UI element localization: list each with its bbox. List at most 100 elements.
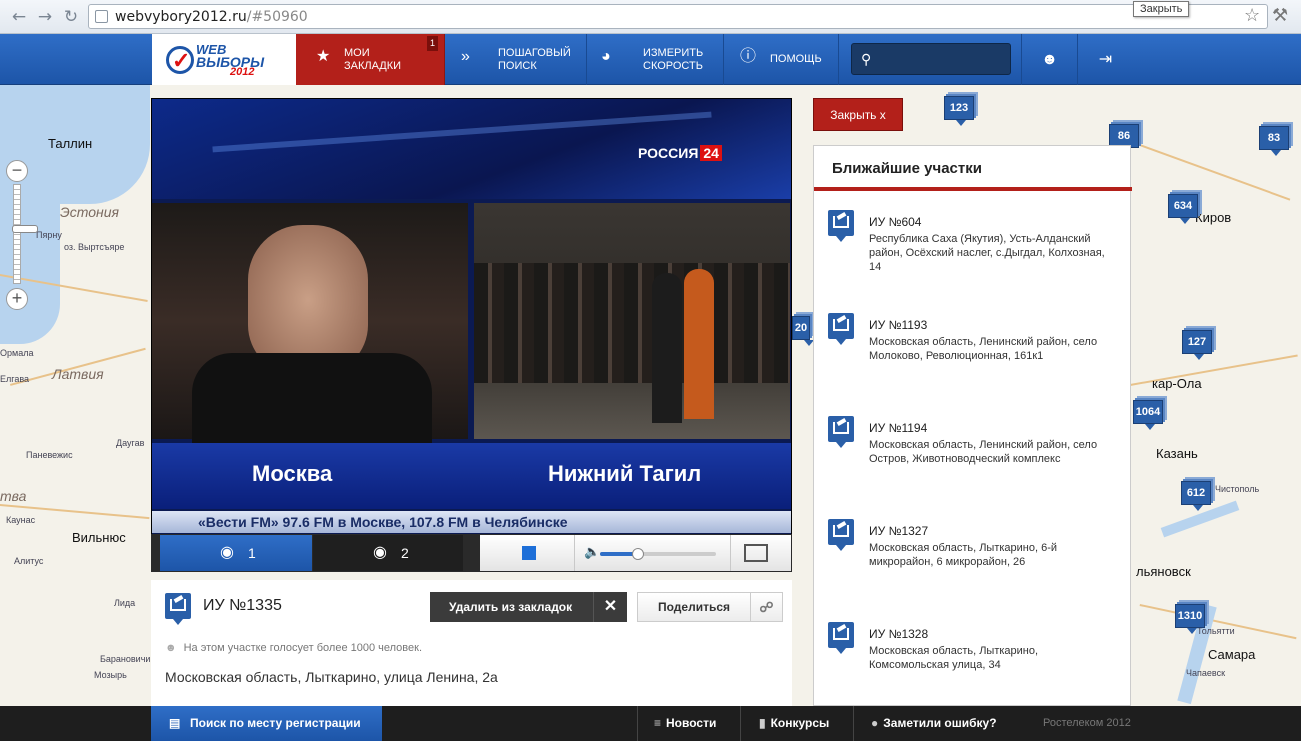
fullscreen-icon[interactable]: [744, 544, 768, 562]
voters-text: На этом участке голосует более 1000 чело…: [183, 642, 423, 654]
station-list-item[interactable]: ИУ №1328 Московская область, Лыткарино, …: [828, 622, 1128, 712]
forward-icon[interactable]: →: [34, 6, 56, 28]
volume-slider[interactable]: [600, 548, 716, 560]
volume-icon[interactable]: 🔈: [584, 544, 600, 560]
map-label: Мозырь: [94, 670, 127, 680]
volume-thumb[interactable]: [632, 548, 645, 560]
bookmarks-count-badge: 1: [426, 36, 438, 51]
video-controls: ◉ 1 ◉ 2 🔈: [151, 534, 792, 572]
list-icon: ≡: [654, 716, 662, 730]
site-logo[interactable]: ✓ WEB ВЫБОРЫ 2012: [152, 34, 296, 85]
stop-button[interactable]: [522, 546, 536, 560]
site-footer: ▤ Поиск по месту регистрации ≡ Новости ▮ К…: [0, 706, 1301, 741]
channel-name: РОССИЯ: [638, 145, 699, 161]
nav-step-search[interactable]: » ПОШАГОВЫЙ ПОИСК: [445, 34, 587, 85]
nav-my-bookmarks[interactable]: ★ МОИ ЗАКЛАДКИ 1: [296, 34, 445, 85]
caption-right: Нижний Тагил: [548, 461, 702, 486]
remove-bookmark-button[interactable]: Удалить из закладок ✕: [430, 592, 627, 622]
station-number[interactable]: ИУ №1327: [869, 524, 928, 538]
station-list-item[interactable]: ИУ №604 Республика Саха (Якутия), Усть-А…: [828, 210, 1128, 300]
url-host: webvybory2012.ru: [115, 9, 247, 25]
station-number[interactable]: ИУ №604: [869, 215, 921, 229]
nav-measure-speed[interactable]: ◕ ИЗМЕРИТЬ СКОРОСТЬ: [587, 34, 724, 85]
station-list-item[interactable]: ИУ №1194 Московская область, Ленинский р…: [828, 416, 1128, 506]
station-cluster-marker[interactable]: 612: [1181, 481, 1211, 511]
map-label: Паневежис: [26, 450, 73, 460]
news-link[interactable]: ≡ Новости: [637, 706, 740, 741]
divider: [730, 535, 731, 571]
link-label: Новости: [666, 716, 717, 730]
ballot-box-icon: [828, 313, 854, 345]
camera-label: 2: [401, 545, 409, 561]
share-button[interactable]: Поделиться ☍: [637, 592, 783, 622]
station-address: Московская область, Ленинский район, сел…: [869, 439, 1098, 465]
map-label: Латвия: [52, 366, 104, 382]
map-label: Каунас: [6, 515, 36, 525]
zoom-in-button[interactable]: +: [6, 288, 28, 310]
button-label: Удалить из закладок: [449, 600, 573, 614]
station-cluster-marker[interactable]: 127: [1182, 330, 1212, 360]
station-address: Московская область, Лыткарино, улица Лен…: [165, 669, 498, 685]
map-label: Чистополь: [1215, 484, 1260, 494]
wrench-icon[interactable]: ⚒: [1272, 5, 1288, 26]
close-nearest-button[interactable]: Закрыть x: [813, 98, 903, 131]
ballot-box-icon: [828, 622, 854, 654]
map-label: тва: [0, 488, 27, 504]
logout-icon[interactable]: ⇥: [1077, 34, 1133, 85]
map-label: Пярну: [36, 230, 62, 240]
link-label: Заметили ошибку?: [883, 716, 997, 730]
register-search-button[interactable]: ▤ Поиск по месту регистрации: [151, 706, 382, 741]
station-cluster-marker[interactable]: 83: [1259, 126, 1289, 156]
station-cluster-marker[interactable]: 634: [1168, 194, 1198, 224]
map-label: Казань: [1156, 446, 1198, 461]
map-label: Эстония: [60, 204, 119, 220]
station-number[interactable]: ИУ №1193: [869, 318, 927, 332]
camera-2-button[interactable]: ◉ 2: [313, 535, 463, 571]
station-number[interactable]: ИУ №1194: [869, 421, 927, 435]
channel-logo: РОССИЯ 24: [638, 145, 722, 161]
nav-label: ИЗМЕРИТЬ СКОРОСТЬ: [643, 47, 704, 72]
station-cluster-marker[interactable]: 123: [944, 96, 974, 126]
camera-1-button[interactable]: ◉ 1: [160, 535, 312, 571]
station-number[interactable]: ИУ №1328: [869, 627, 928, 641]
station-cluster-marker[interactable]: 1310: [1175, 604, 1205, 634]
back-icon[interactable]: ←: [8, 6, 30, 28]
ballot-box-icon: [828, 519, 854, 551]
zoom-slider[interactable]: [12, 184, 38, 284]
map-label: Ормала: [0, 348, 34, 358]
nav-label: ПОМОЩЬ: [770, 53, 822, 65]
report-error-link[interactable]: ● Заметили ошибку?: [853, 706, 1021, 741]
zoom-out-button[interactable]: −: [6, 160, 28, 182]
step-arrows-icon: »: [461, 48, 470, 65]
document-icon: ▤: [169, 716, 181, 730]
video-player[interactable]: РОССИЯ 24 Москва Нижний Тагил «Вести FM» …: [151, 98, 792, 572]
reload-icon[interactable]: ↻: [60, 6, 82, 28]
station-address: Московская область, Лыткарино, Комсомоль…: [869, 645, 1039, 671]
map-label: Киров: [1195, 210, 1232, 225]
map-label: льяновск: [1136, 564, 1191, 579]
bookmark-star-icon[interactable]: ☆: [1244, 5, 1260, 26]
video-pane-right: [474, 203, 790, 439]
copyright: Ростелеком 2012: [1043, 717, 1131, 729]
map-label: Елгава: [0, 374, 30, 384]
camera-label: 1: [248, 545, 256, 561]
video-pane-left: [152, 203, 468, 443]
button-label: Поделиться: [658, 600, 731, 614]
contests-link[interactable]: ▮ Конкурсы: [740, 706, 853, 741]
station-list-item[interactable]: ИУ №1193 Московская область, Ленинский р…: [828, 313, 1128, 403]
station-list-item[interactable]: ИУ №1327 Московская область, Лыткарино, …: [828, 519, 1128, 609]
zoom-thumb[interactable]: [12, 225, 38, 233]
search-input[interactable]: ⚲: [851, 43, 1011, 75]
title-underline: [814, 187, 1132, 191]
search-icon: ⚲: [861, 51, 872, 67]
webcam-icon: ◉: [220, 544, 234, 561]
close-icon: ✕: [593, 592, 627, 622]
zoom-control: − +: [6, 160, 38, 310]
station-cluster-marker[interactable]: 1064: [1133, 400, 1163, 430]
station-cluster-marker[interactable]: 20: [792, 316, 814, 346]
address-bar[interactable]: webvybory2012.ru/#50960: [88, 4, 1268, 29]
panel-title: Ближайшие участки: [832, 160, 982, 177]
user-icon[interactable]: ☻: [1021, 34, 1077, 85]
nav-help[interactable]: ⓘ ПОМОЩЬ: [724, 34, 839, 85]
map-label: Даугав: [116, 438, 145, 448]
